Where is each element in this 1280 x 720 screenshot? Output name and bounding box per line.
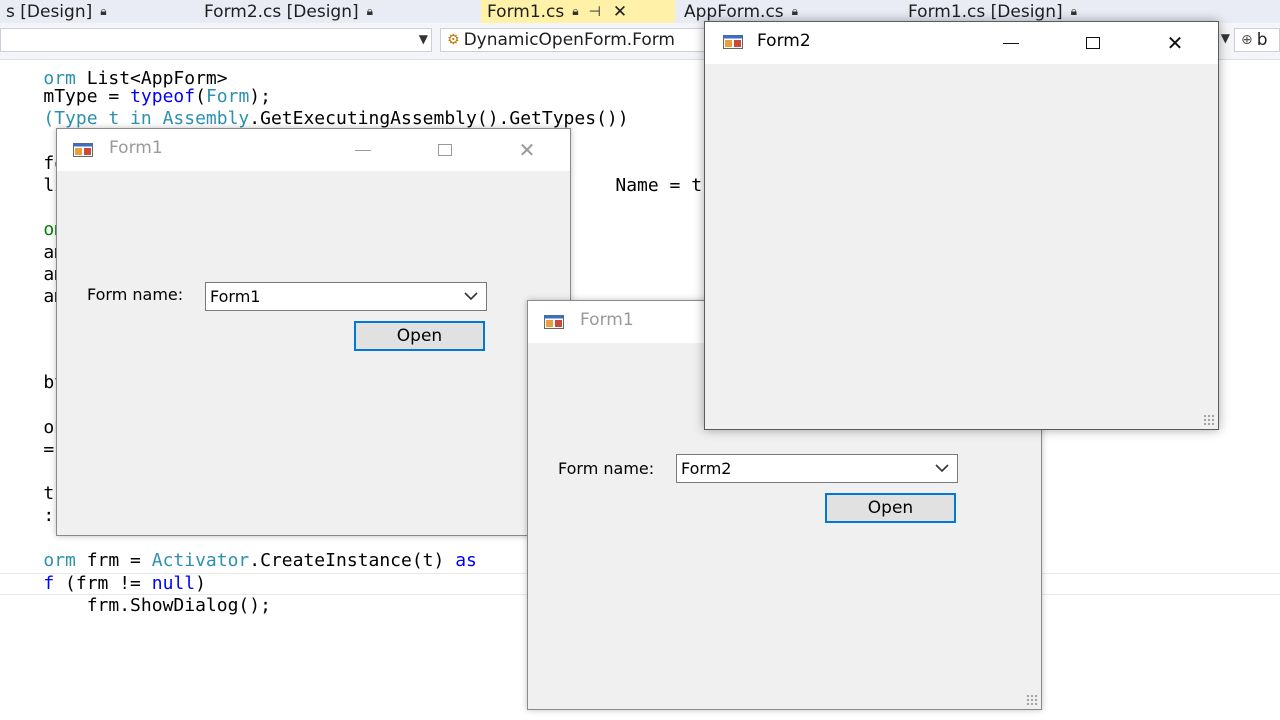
member-dropdown-tail[interactable]: ▼: [1218, 28, 1230, 52]
code-line-16: frm.ShowDialog();: [43, 595, 271, 616]
open-button[interactable]: Open: [825, 493, 956, 523]
close-icon: ✕: [518, 138, 536, 162]
tab-form2-design[interactable]: Form2.cs [Design] 🔒︎: [198, 0, 448, 23]
form2-window[interactable]: Form2 ✕: [704, 21, 1219, 430]
lock-icon: 🔒︎: [366, 4, 374, 18]
code-line-1: mType = typeof(Form);: [43, 86, 271, 107]
minimize-icon: [355, 149, 371, 151]
minimize-button[interactable]: [988, 22, 1034, 64]
dropdown-arrow-icon: ▼: [418, 32, 428, 46]
tab-label: Form2.cs [Design]: [204, 1, 359, 22]
maximize-button[interactable]: [422, 129, 468, 171]
chevron-down-icon: [935, 464, 949, 473]
lock-icon: 🔒︎: [572, 4, 579, 18]
minimize-button[interactable]: [340, 129, 386, 171]
form-app-icon: [544, 315, 564, 329]
tab-appform-cs[interactable]: AppForm.cs 🔒︎: [678, 0, 898, 23]
close-icon[interactable]: ✕: [613, 2, 627, 22]
document-tab-strip: s [Design] 🔒︎ Form2.cs [Design] 🔒︎ Form1…: [0, 0, 1280, 23]
member-dropdown-text: DynamicOpenForm.Form: [463, 30, 675, 50]
form-app-icon: [73, 143, 93, 157]
lock-icon: 🔒︎: [1070, 4, 1078, 18]
form-name-label: Form name:: [558, 459, 655, 478]
method-icon: ⚙: [447, 32, 460, 48]
minimize-icon: [1003, 42, 1019, 44]
lock-icon: 🔒︎: [791, 4, 799, 18]
window-title: Form1: [580, 310, 634, 330]
pin-icon[interactable]: ⊣: [589, 4, 601, 20]
tab-label: Form1.cs [Design]: [908, 1, 1063, 22]
tab-design-1[interactable]: s [Design] 🔒︎: [0, 0, 150, 23]
form1-a-titlebar[interactable]: Form1 ✕: [57, 129, 570, 171]
maximize-button[interactable]: [1070, 22, 1116, 64]
lock-icon: 🔒︎: [100, 4, 107, 18]
tab-form1-design[interactable]: Form1.cs [Design] 🔒︎: [902, 0, 1162, 23]
maximize-icon: [1086, 37, 1100, 49]
code-line-2: (Type t in Assembly.GetExecutingAssembly…: [43, 108, 629, 129]
resize-grip[interactable]: [1203, 414, 1215, 426]
form1-window-a[interactable]: Form1 ✕ Form name: Form1 Open: [56, 128, 571, 536]
tab-label: Form1.cs: [487, 1, 565, 22]
form-name-combobox[interactable]: Form1: [205, 282, 487, 311]
form-name-label: Form name:: [87, 285, 184, 304]
type-dropdown[interactable]: ▼: [0, 28, 432, 52]
form-name-combobox[interactable]: Form2: [676, 454, 958, 483]
right-dropdown[interactable]: ⊕ b: [1234, 28, 1280, 52]
close-button[interactable]: ✕: [504, 129, 550, 171]
dropdown-arrow-icon: ▼: [1220, 31, 1230, 45]
member-dropdown[interactable]: ⚙ DynamicOpenForm.Form: [440, 28, 710, 52]
tab-label: AppForm.cs: [684, 1, 784, 22]
code-line-15: f (frm != null): [43, 573, 206, 594]
tab-label: s [Design]: [6, 1, 93, 22]
close-button[interactable]: ✕: [1152, 22, 1198, 64]
close-icon: ✕: [1166, 31, 1184, 55]
open-button[interactable]: Open: [354, 321, 485, 351]
tab-form1-cs[interactable]: Form1.cs 🔒︎ ⊣ ✕: [481, 0, 675, 23]
form1-a-client: Form name: Form1 Open: [57, 171, 570, 535]
chevron-down-icon: [464, 292, 478, 301]
window-title: Form1: [109, 138, 163, 158]
form2-titlebar[interactable]: Form2 ✕: [705, 22, 1218, 64]
combobox-value: Form1: [210, 287, 261, 306]
resize-grip[interactable]: [1026, 694, 1038, 706]
right-dropdown-text: b: [1256, 30, 1268, 50]
field-icon: ⊕: [1241, 32, 1253, 48]
form2-client: [705, 64, 1218, 429]
form-app-icon: [723, 35, 743, 49]
maximize-icon: [438, 144, 452, 156]
window-title: Form2: [757, 31, 811, 51]
combobox-value: Form2: [681, 459, 732, 478]
